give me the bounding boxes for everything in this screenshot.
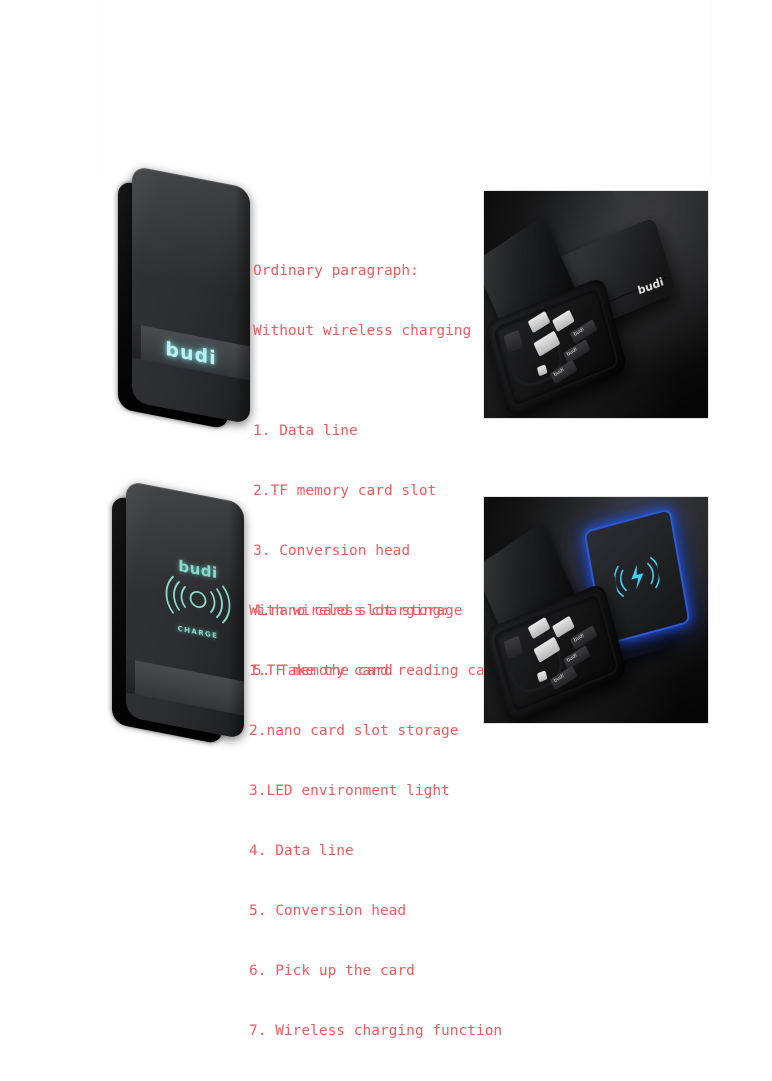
- case-accent-band: [126, 658, 244, 716]
- feature-line: 2.nano card slot storage: [249, 723, 459, 739]
- case-front-shell: budi: [132, 165, 250, 425]
- product-photo-wireless: [483, 496, 709, 724]
- photo-brand-budi: budi: [635, 275, 665, 298]
- photo-scene: [484, 497, 708, 723]
- feature-line: 5. Conversion head: [249, 903, 407, 919]
- feature-line: Without wireless charging: [253, 323, 472, 339]
- feature-line: 6. Pick up the card: [249, 963, 415, 979]
- wireless-charge-emblem: budi CHARGE: [152, 554, 244, 644]
- feature-line: 7. Wireless charging function: [249, 1023, 503, 1039]
- content-column-right-edge: [711, 0, 712, 180]
- feature-line: 1. Data line: [253, 423, 358, 439]
- product-photo-ordinary: budi: [483, 190, 709, 419]
- content-column-left-edge: [97, 0, 98, 180]
- feature-line: With wireless charging:: [249, 603, 450, 619]
- case-band-edge: [126, 658, 135, 695]
- feature-line: 2.TF memory card slot: [253, 483, 437, 499]
- wireless-charging-icon: [613, 556, 661, 598]
- feature-list-wireless: With wireless charging: 1.TF memory card…: [249, 561, 502, 1081]
- product-render-wireless: budi CHARGE: [112, 480, 262, 745]
- feature-line: 3. Conversion head: [253, 543, 411, 559]
- feature-line: 4. Data line: [249, 843, 354, 859]
- photo-scene: budi: [484, 191, 708, 418]
- product-render-ordinary: budi: [118, 165, 268, 435]
- feature-line: 1.TF memory card reading card: [249, 663, 503, 679]
- feature-line: Ordinary paragraph:: [253, 263, 419, 279]
- product-feature-page: budi Ordinary paragraph: Without wireles…: [0, 0, 772, 1039]
- feature-line: 3.LED environment light: [249, 783, 450, 799]
- case-front-shell: budi CHARGE: [126, 480, 244, 740]
